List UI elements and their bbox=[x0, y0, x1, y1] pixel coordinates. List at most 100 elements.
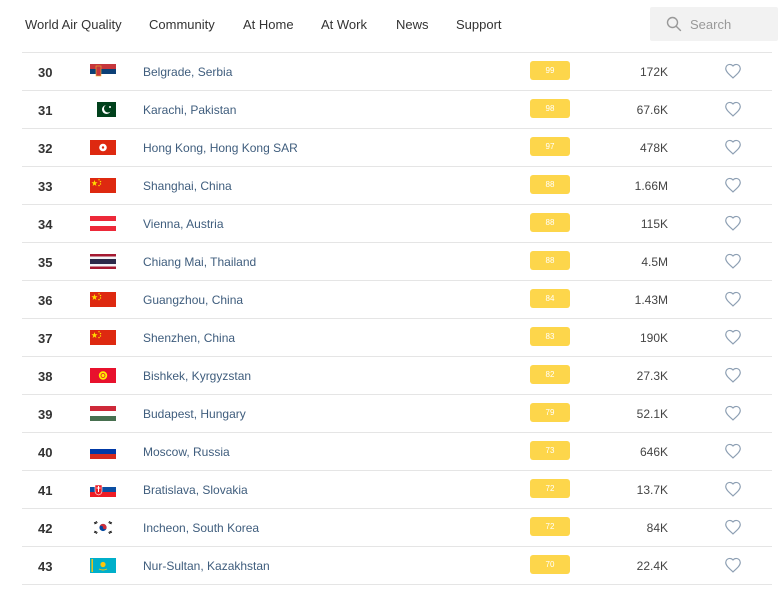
russia-flag-icon bbox=[90, 444, 116, 459]
city-link[interactable]: Karachi, Pakistan bbox=[143, 103, 236, 117]
aqi-badge: 72 bbox=[530, 517, 570, 536]
rank-number: 39 bbox=[38, 407, 53, 422]
city-link[interactable]: Belgrade, Serbia bbox=[143, 65, 232, 79]
aqi-badge: 83 bbox=[530, 327, 570, 346]
heart-icon[interactable] bbox=[724, 177, 742, 198]
rank-number: 37 bbox=[38, 331, 53, 346]
heart-icon[interactable] bbox=[724, 291, 742, 312]
followers-count: 1.43M bbox=[634, 293, 668, 307]
rank-number: 42 bbox=[38, 521, 53, 536]
heart-icon[interactable] bbox=[724, 215, 742, 236]
rank-number: 38 bbox=[38, 369, 53, 384]
table-row: 42 Incheon, South Korea 72 84K bbox=[22, 509, 772, 547]
city-link[interactable]: Incheon, South Korea bbox=[143, 521, 259, 535]
followers-count: 115K bbox=[640, 217, 668, 231]
heart-icon[interactable] bbox=[724, 63, 742, 84]
rank-number: 36 bbox=[38, 293, 53, 308]
rank-number: 33 bbox=[38, 179, 53, 194]
austria-flag-icon bbox=[90, 216, 116, 231]
heart-icon[interactable] bbox=[724, 139, 742, 160]
aqi-badge: 82 bbox=[530, 365, 570, 384]
nav-item-at-home[interactable]: At Home bbox=[243, 17, 294, 32]
aqi-badge: 99 bbox=[530, 61, 570, 80]
heart-icon[interactable] bbox=[724, 519, 742, 540]
kyrgyzstan-flag-icon bbox=[90, 368, 116, 383]
heart-icon[interactable] bbox=[724, 329, 742, 350]
followers-count: 4.5M bbox=[641, 255, 668, 269]
followers-count: 27.3K bbox=[636, 369, 668, 383]
aqi-badge: 98 bbox=[530, 99, 570, 118]
thailand-flag-icon bbox=[90, 254, 116, 269]
heart-icon[interactable] bbox=[724, 253, 742, 274]
rank-number: 30 bbox=[38, 65, 53, 80]
slovakia-flag-icon bbox=[90, 482, 116, 497]
city-link[interactable]: Bratislava, Slovakia bbox=[143, 483, 248, 497]
rank-number: 43 bbox=[38, 559, 53, 574]
search-placeholder: Search bbox=[690, 17, 732, 32]
table-row: 30 Belgrade, Serbia 99 172K bbox=[22, 53, 772, 91]
heart-icon[interactable] bbox=[724, 557, 742, 578]
aqi-badge: 72 bbox=[530, 479, 570, 498]
city-link[interactable]: Budapest, Hungary bbox=[143, 407, 246, 421]
aqi-badge: 70 bbox=[530, 555, 570, 574]
followers-count: 22.4K bbox=[636, 559, 668, 573]
city-link[interactable]: Nur-Sultan, Kazakhstan bbox=[143, 559, 270, 573]
heart-icon[interactable] bbox=[724, 101, 742, 122]
city-link[interactable]: Chiang Mai, Thailand bbox=[143, 255, 256, 269]
search-input[interactable]: Search bbox=[650, 7, 778, 41]
table-row: 34 Vienna, Austria 88 115K bbox=[22, 205, 772, 243]
heart-icon[interactable] bbox=[724, 481, 742, 502]
nav-item-at-work[interactable]: At Work bbox=[321, 17, 367, 32]
table-row: 43 Nur-Sultan, Kazakhstan 70 22.4K bbox=[22, 547, 772, 585]
rank-number: 41 bbox=[38, 483, 53, 498]
city-link[interactable]: Shanghai, China bbox=[143, 179, 232, 193]
rank-number: 32 bbox=[38, 141, 53, 156]
china-flag-icon bbox=[90, 178, 116, 193]
table-row: 40 Moscow, Russia 73 646K bbox=[22, 433, 772, 471]
aqi-badge: 88 bbox=[530, 175, 570, 194]
followers-count: 52.1K bbox=[636, 407, 668, 421]
south-korea-flag-icon bbox=[90, 520, 116, 535]
nav-item-community[interactable]: Community bbox=[149, 17, 215, 32]
aqi-badge: 84 bbox=[530, 289, 570, 308]
table-row: 33 Shanghai, China 88 1.66M bbox=[22, 167, 772, 205]
followers-count: 67.6K bbox=[636, 103, 668, 117]
followers-count: 172K bbox=[639, 65, 668, 79]
heart-icon[interactable] bbox=[724, 405, 742, 426]
hong-kong-flag-icon bbox=[90, 140, 116, 155]
followers-count: 1.66M bbox=[634, 179, 668, 193]
table-row: 39 Budapest, Hungary 79 52.1K bbox=[22, 395, 772, 433]
city-link[interactable]: Hong Kong, Hong Kong SAR bbox=[143, 141, 298, 155]
kazakhstan-flag-icon bbox=[90, 558, 116, 573]
nav-brand-link[interactable]: World Air Quality bbox=[25, 17, 122, 32]
hungary-flag-icon bbox=[90, 406, 116, 421]
table-row: 31 Karachi, Pakistan 98 67.6K bbox=[22, 91, 772, 129]
serbia-flag-icon bbox=[90, 64, 116, 79]
table-row: 36 Guangzhou, China 84 1.43M bbox=[22, 281, 772, 319]
aqi-badge: 88 bbox=[530, 213, 570, 232]
rank-number: 34 bbox=[38, 217, 53, 232]
china-flag-icon bbox=[90, 330, 116, 345]
city-link[interactable]: Vienna, Austria bbox=[143, 217, 224, 231]
aqi-badge: 73 bbox=[530, 441, 570, 460]
followers-count: 84K bbox=[646, 521, 668, 535]
nav-item-support[interactable]: Support bbox=[456, 17, 502, 32]
city-link[interactable]: Bishkek, Kyrgyzstan bbox=[143, 369, 251, 383]
heart-icon[interactable] bbox=[724, 367, 742, 388]
table-row: 37 Shenzhen, China 83 190K bbox=[22, 319, 772, 357]
china-flag-icon bbox=[90, 292, 116, 307]
city-link[interactable]: Guangzhou, China bbox=[143, 293, 243, 307]
pakistan-flag-icon bbox=[90, 102, 116, 117]
table-row: 35 Chiang Mai, Thailand 88 4.5M bbox=[22, 243, 772, 281]
rank-number: 40 bbox=[38, 445, 53, 460]
city-link[interactable]: Shenzhen, China bbox=[143, 331, 235, 345]
aqi-badge: 88 bbox=[530, 251, 570, 270]
search-icon bbox=[666, 16, 682, 32]
followers-count: 190K bbox=[639, 331, 668, 345]
aqi-badge: 79 bbox=[530, 403, 570, 422]
city-link[interactable]: Moscow, Russia bbox=[143, 445, 230, 459]
top-navigation: World Air Quality Community At Home At W… bbox=[0, 0, 778, 50]
heart-icon[interactable] bbox=[724, 443, 742, 464]
city-ranking-table: 30 Belgrade, Serbia 99 172K 31 Karachi, Pakis… bbox=[22, 52, 772, 585]
nav-item-news[interactable]: News bbox=[396, 17, 429, 32]
